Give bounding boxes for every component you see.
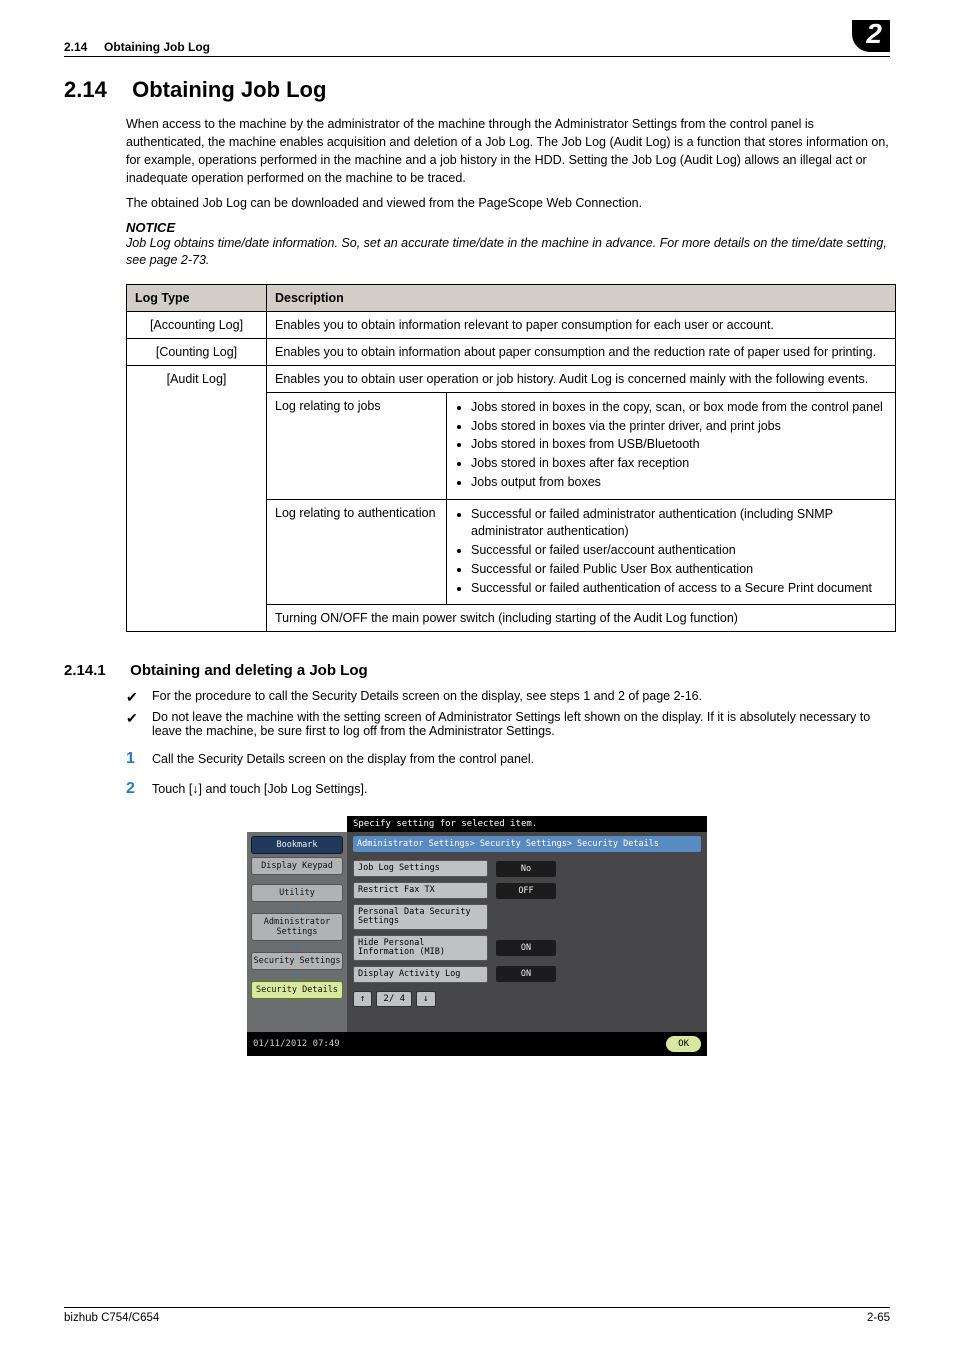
cell-desc: Enables you to obtain user operation or … (267, 365, 896, 392)
panel-timestamp: 01/11/2012 07:49 (253, 1039, 340, 1049)
header-sec-num: 2.14 (64, 40, 87, 54)
chevron-down-icon: ▾ (251, 905, 343, 913)
pager: ↑ 2/ 4 ↓ (353, 991, 701, 1007)
list-item: Jobs stored in boxes in the copy, scan, … (471, 399, 887, 416)
setting-row: Job Log Settings No (353, 860, 701, 877)
screenshot-panel: Specify setting for selected item. Bookm… (247, 816, 707, 1056)
admin-settings-button[interactable]: Administrator Settings (251, 913, 343, 941)
cell-logtype: [Counting Log] (127, 338, 267, 365)
security-settings-button[interactable]: Security Settings (251, 952, 343, 970)
th-log-type: Log Type (127, 284, 267, 311)
cell-sublabel: Log relating to authentication (267, 500, 447, 605)
panel-topbar: Specify setting for selected item. (347, 816, 707, 832)
subsection-title: Obtaining and deleting a Job Log (130, 662, 368, 679)
panel-footer: 01/11/2012 07:49 OK (247, 1032, 707, 1056)
table-row: [Counting Log] Enables you to obtain inf… (127, 338, 896, 365)
setting-job-log-val: No (496, 861, 556, 877)
setting-row: Display Activity Log ON (353, 966, 701, 983)
check-text: For the procedure to call the Security D… (152, 689, 702, 706)
check-text: Do not leave the machine with the settin… (152, 710, 890, 738)
setting-personal-data[interactable]: Personal Data Security Settings (353, 904, 488, 930)
table-row: [Accounting Log] Enables you to obtain i… (127, 311, 896, 338)
list-item: Successful or failed authentication of a… (471, 580, 887, 597)
list-item: Jobs stored in boxes via the printer dri… (471, 418, 887, 435)
intro-para-1: When access to the machine by the admini… (126, 115, 890, 188)
page-down-button[interactable]: ↓ (416, 991, 435, 1007)
subsection-heading: 2.14.1 Obtaining and deleting a Job Log (64, 662, 890, 679)
log-type-table: Log Type Description [Accounting Log] En… (126, 284, 896, 633)
notice-text: Job Log obtains time/date information. S… (126, 235, 890, 270)
step-text: Call the Security Details screen on the … (152, 752, 534, 766)
intro-para-2: The obtained Job Log can be downloaded a… (126, 194, 890, 212)
cell-sublabel: Log relating to jobs (267, 392, 447, 499)
setting-row: Restrict Fax TX OFF (353, 882, 701, 899)
setting-hide-personal[interactable]: Hide Personal Information (MIB) (353, 935, 488, 961)
setting-job-log[interactable]: Job Log Settings (353, 860, 488, 877)
list-item: Jobs stored in boxes from USB/Bluetooth (471, 436, 887, 453)
step-item: 2 Touch [↓] and touch [Job Log Settings]… (126, 780, 890, 798)
panel-title: Administrator Settings> Security Setting… (353, 836, 701, 852)
cell-desc: Turning ON/OFF the main power switch (in… (267, 605, 896, 632)
header-sec-title: Obtaining Job Log (104, 40, 210, 54)
chevron-down-icon: ▾ (251, 973, 343, 981)
utility-button[interactable]: Utility (251, 884, 343, 902)
setting-hide-personal-val: ON (496, 940, 556, 956)
bookmark-button[interactable]: Bookmark (251, 836, 343, 854)
chapter-badge: 2 (852, 20, 890, 52)
notice-label: NOTICE (126, 220, 890, 235)
display-keypad-button[interactable]: Display Keypad (251, 857, 343, 875)
setting-restrict-fax[interactable]: Restrict Fax TX (353, 882, 488, 899)
list-item: Successful or failed administrator authe… (471, 506, 887, 540)
setting-activity-log[interactable]: Display Activity Log (353, 966, 488, 983)
header-section: 2.14 Obtaining Job Log (64, 40, 210, 54)
th-description: Description (267, 284, 896, 311)
ok-button[interactable]: OK (666, 1036, 701, 1052)
doc-header: 2.14 Obtaining Job Log 2 (64, 40, 890, 57)
step-item: 1 Call the Security Details screen on th… (126, 750, 890, 768)
list-item: Successful or failed Public User Box aut… (471, 561, 887, 578)
section-heading: 2.14 Obtaining Job Log (64, 77, 890, 103)
page-up-button[interactable]: ↑ (353, 991, 372, 1007)
cell-desc: Enables you to obtain information releva… (267, 311, 896, 338)
footer-page: 2-65 (867, 1312, 890, 1324)
list-item: Jobs stored in boxes after fax reception (471, 455, 887, 472)
cell-sublist: Successful or failed administrator authe… (447, 500, 896, 605)
section-number: 2.14 (64, 77, 126, 103)
security-details-button[interactable]: Security Details (251, 981, 343, 999)
step-number: 1 (126, 750, 152, 768)
setting-row: Hide Personal Information (MIB) ON (353, 935, 701, 961)
table-row: [Audit Log] Enables you to obtain user o… (127, 365, 896, 392)
doc-footer: bizhub C754/C654 2-65 (64, 1307, 890, 1324)
cell-logtype: [Accounting Log] (127, 311, 267, 338)
chevron-down-icon: ▾ (251, 944, 343, 952)
setting-restrict-fax-val: OFF (496, 883, 556, 899)
list-item: Successful or failed user/account authen… (471, 542, 887, 559)
list-item: Jobs output from boxes (471, 474, 887, 491)
footer-model: bizhub C754/C654 (64, 1312, 159, 1324)
step-number: 2 (126, 780, 152, 798)
step-text: Touch [↓] and touch [Job Log Settings]. (152, 782, 367, 796)
check-icon: ✔ (126, 689, 152, 706)
panel-breadcrumb: Bookmark Display Keypad Utility ▾ Admini… (247, 832, 347, 1032)
check-item: ✔ Do not leave the machine with the sett… (126, 710, 890, 738)
page-indicator: 2/ 4 (376, 991, 412, 1007)
check-icon: ✔ (126, 710, 152, 738)
cell-sublist: Jobs stored in boxes in the copy, scan, … (447, 392, 896, 499)
setting-row: Personal Data Security Settings (353, 904, 701, 930)
setting-activity-log-val: ON (496, 966, 556, 982)
section-title: Obtaining Job Log (132, 77, 326, 102)
check-item: ✔ For the procedure to call the Security… (126, 689, 890, 706)
cell-desc: Enables you to obtain information about … (267, 338, 896, 365)
cell-logtype: [Audit Log] (127, 365, 267, 632)
subsection-number: 2.14.1 (64, 662, 126, 679)
